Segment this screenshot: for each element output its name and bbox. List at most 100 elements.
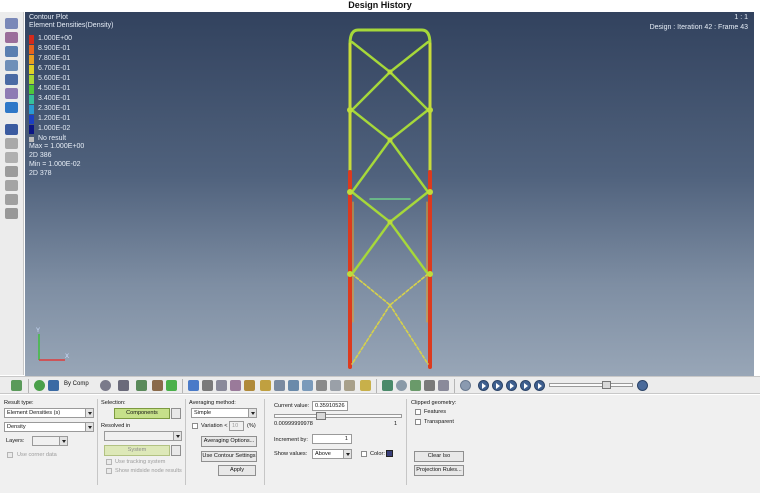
- first-frame-icon[interactable]: [478, 380, 489, 391]
- variation-checkbox[interactable]: [192, 423, 198, 429]
- previous-frame-icon[interactable]: [492, 380, 503, 391]
- contour-toggle-icon[interactable]: [11, 380, 22, 391]
- ruler-icon[interactable]: [260, 380, 271, 391]
- notes-tool-icon[interactable]: [344, 380, 355, 391]
- show-values-label: Show values:: [274, 451, 308, 457]
- vector-icon[interactable]: [5, 46, 18, 57]
- legend-swatch: [29, 55, 34, 64]
- selection-advanced-button[interactable]: [171, 408, 181, 419]
- animation-timer-icon[interactable]: [637, 380, 648, 391]
- tracking-icon[interactable]: [5, 194, 18, 205]
- tracking-tool-icon[interactable]: [382, 380, 393, 391]
- deformed-icon[interactable]: [5, 32, 18, 43]
- color-mode-icon[interactable]: [48, 380, 59, 391]
- apply-button[interactable]: Apply: [218, 465, 256, 476]
- query-tool-icon[interactable]: [438, 380, 449, 391]
- iso-icon[interactable]: [5, 74, 18, 85]
- layers-dropdown[interactable]: [32, 436, 68, 446]
- zoom-icon[interactable]: [330, 380, 341, 391]
- variation-value: 10: [232, 423, 239, 429]
- animation-path-icon[interactable]: [360, 380, 371, 391]
- animation-settings-icon[interactable]: [460, 380, 471, 391]
- system-advanced-button[interactable]: [171, 445, 181, 456]
- panel-divider: [97, 399, 98, 485]
- current-value-field[interactable]: 0.35910526: [312, 401, 348, 411]
- show-values-dropdown[interactable]: Above: [312, 449, 352, 459]
- toolbar-separator: [182, 379, 183, 393]
- legend-label: 6.700E-01: [38, 65, 71, 72]
- current-value-thumb[interactable]: [316, 412, 326, 420]
- shaded-icon[interactable]: [118, 380, 129, 391]
- stack-icon[interactable]: [424, 380, 435, 391]
- chevron-down-icon[interactable]: [173, 432, 181, 440]
- contour-panel: Result type: Element Densities (s) Densi…: [0, 395, 760, 493]
- window-title-bar: Design History: [0, 0, 760, 11]
- features-checkbox[interactable]: [415, 409, 421, 415]
- components-icon[interactable]: [136, 380, 147, 391]
- projection-rules-button[interactable]: Projection Rules...: [414, 465, 464, 476]
- toolbar-separator: [376, 379, 377, 393]
- section-icon[interactable]: [5, 152, 18, 163]
- clear-iso-button[interactable]: Clear Iso: [414, 451, 464, 462]
- image-capture-icon[interactable]: [5, 208, 18, 219]
- color-swatch[interactable]: [386, 450, 393, 457]
- averaging-options-button[interactable]: Averaging Options...: [201, 436, 257, 447]
- features-icon[interactable]: [152, 380, 163, 391]
- structure-model[interactable]: [340, 22, 440, 372]
- component-dropdown[interactable]: Density: [4, 422, 94, 432]
- tensor-icon[interactable]: [5, 60, 18, 71]
- camera-icon[interactable]: [316, 380, 327, 391]
- next-frame-icon[interactable]: [520, 380, 531, 391]
- marker-icon[interactable]: [5, 88, 18, 99]
- eye-icon[interactable]: [5, 138, 18, 149]
- features-label: Features: [424, 409, 447, 415]
- animation-speed-thumb[interactable]: [602, 381, 611, 389]
- current-value-slider[interactable]: [274, 412, 402, 420]
- averaging-method-dropdown[interactable]: Simple: [191, 408, 257, 418]
- cube-view-icon[interactable]: [5, 124, 18, 135]
- increment-field[interactable]: 1: [312, 434, 352, 444]
- color-checkbox[interactable]: [361, 451, 367, 457]
- model-icon[interactable]: [166, 380, 177, 391]
- play-icon[interactable]: [506, 380, 517, 391]
- mesh-display-icon[interactable]: [188, 380, 199, 391]
- last-frame-icon[interactable]: [534, 380, 545, 391]
- system-button[interactable]: System: [104, 445, 170, 456]
- iso-view-icon[interactable]: [230, 380, 241, 391]
- measure-tool-icon[interactable]: [216, 380, 227, 391]
- spline-icon[interactable]: [410, 380, 421, 391]
- transparent-checkbox[interactable]: [415, 419, 421, 425]
- chevron-down-icon[interactable]: [85, 423, 93, 431]
- animation-speed-slider[interactable]: [549, 381, 633, 389]
- use-tracking-system-checkbox[interactable]: [106, 459, 112, 465]
- color-by-icon[interactable]: [34, 380, 45, 391]
- measure-icon[interactable]: [5, 102, 18, 113]
- display-icon[interactable]: [288, 380, 299, 391]
- result-type-dropdown[interactable]: Element Densities (s): [4, 408, 94, 418]
- probe-icon[interactable]: [274, 380, 285, 391]
- variation-field[interactable]: 10: [229, 421, 244, 431]
- components-button[interactable]: Components: [114, 408, 170, 419]
- graphics-viewport[interactable]: Contour Plot Element Densities(Density) …: [25, 12, 754, 376]
- clip-icon[interactable]: [302, 380, 313, 391]
- page-indicator: 1 : 1: [734, 14, 748, 21]
- use-corner-data-checkbox[interactable]: [7, 452, 13, 458]
- no-result-swatch: [29, 137, 34, 142]
- chat-icon[interactable]: [396, 380, 407, 391]
- query-icon[interactable]: [5, 166, 18, 177]
- wireframe-icon[interactable]: [100, 380, 111, 391]
- by-comp-label[interactable]: By Comp: [64, 381, 89, 387]
- notes-icon[interactable]: [5, 180, 18, 191]
- show-midside-checkbox[interactable]: [106, 468, 112, 474]
- chevron-down-icon[interactable]: [85, 409, 93, 417]
- chevron-down-icon[interactable]: [59, 437, 67, 445]
- chevron-down-icon[interactable]: [248, 409, 256, 417]
- chevron-down-icon[interactable]: [343, 450, 351, 458]
- contour-icon[interactable]: [5, 18, 18, 29]
- section-cut-icon[interactable]: [202, 380, 213, 391]
- pen-icon[interactable]: [244, 380, 255, 391]
- no-result-label: No result: [38, 135, 67, 142]
- resolved-in-dropdown[interactable]: [104, 431, 182, 441]
- use-tracking-system-label: Use tracking system: [115, 459, 166, 465]
- use-contour-settings-button[interactable]: Use Contour Settings: [201, 451, 257, 462]
